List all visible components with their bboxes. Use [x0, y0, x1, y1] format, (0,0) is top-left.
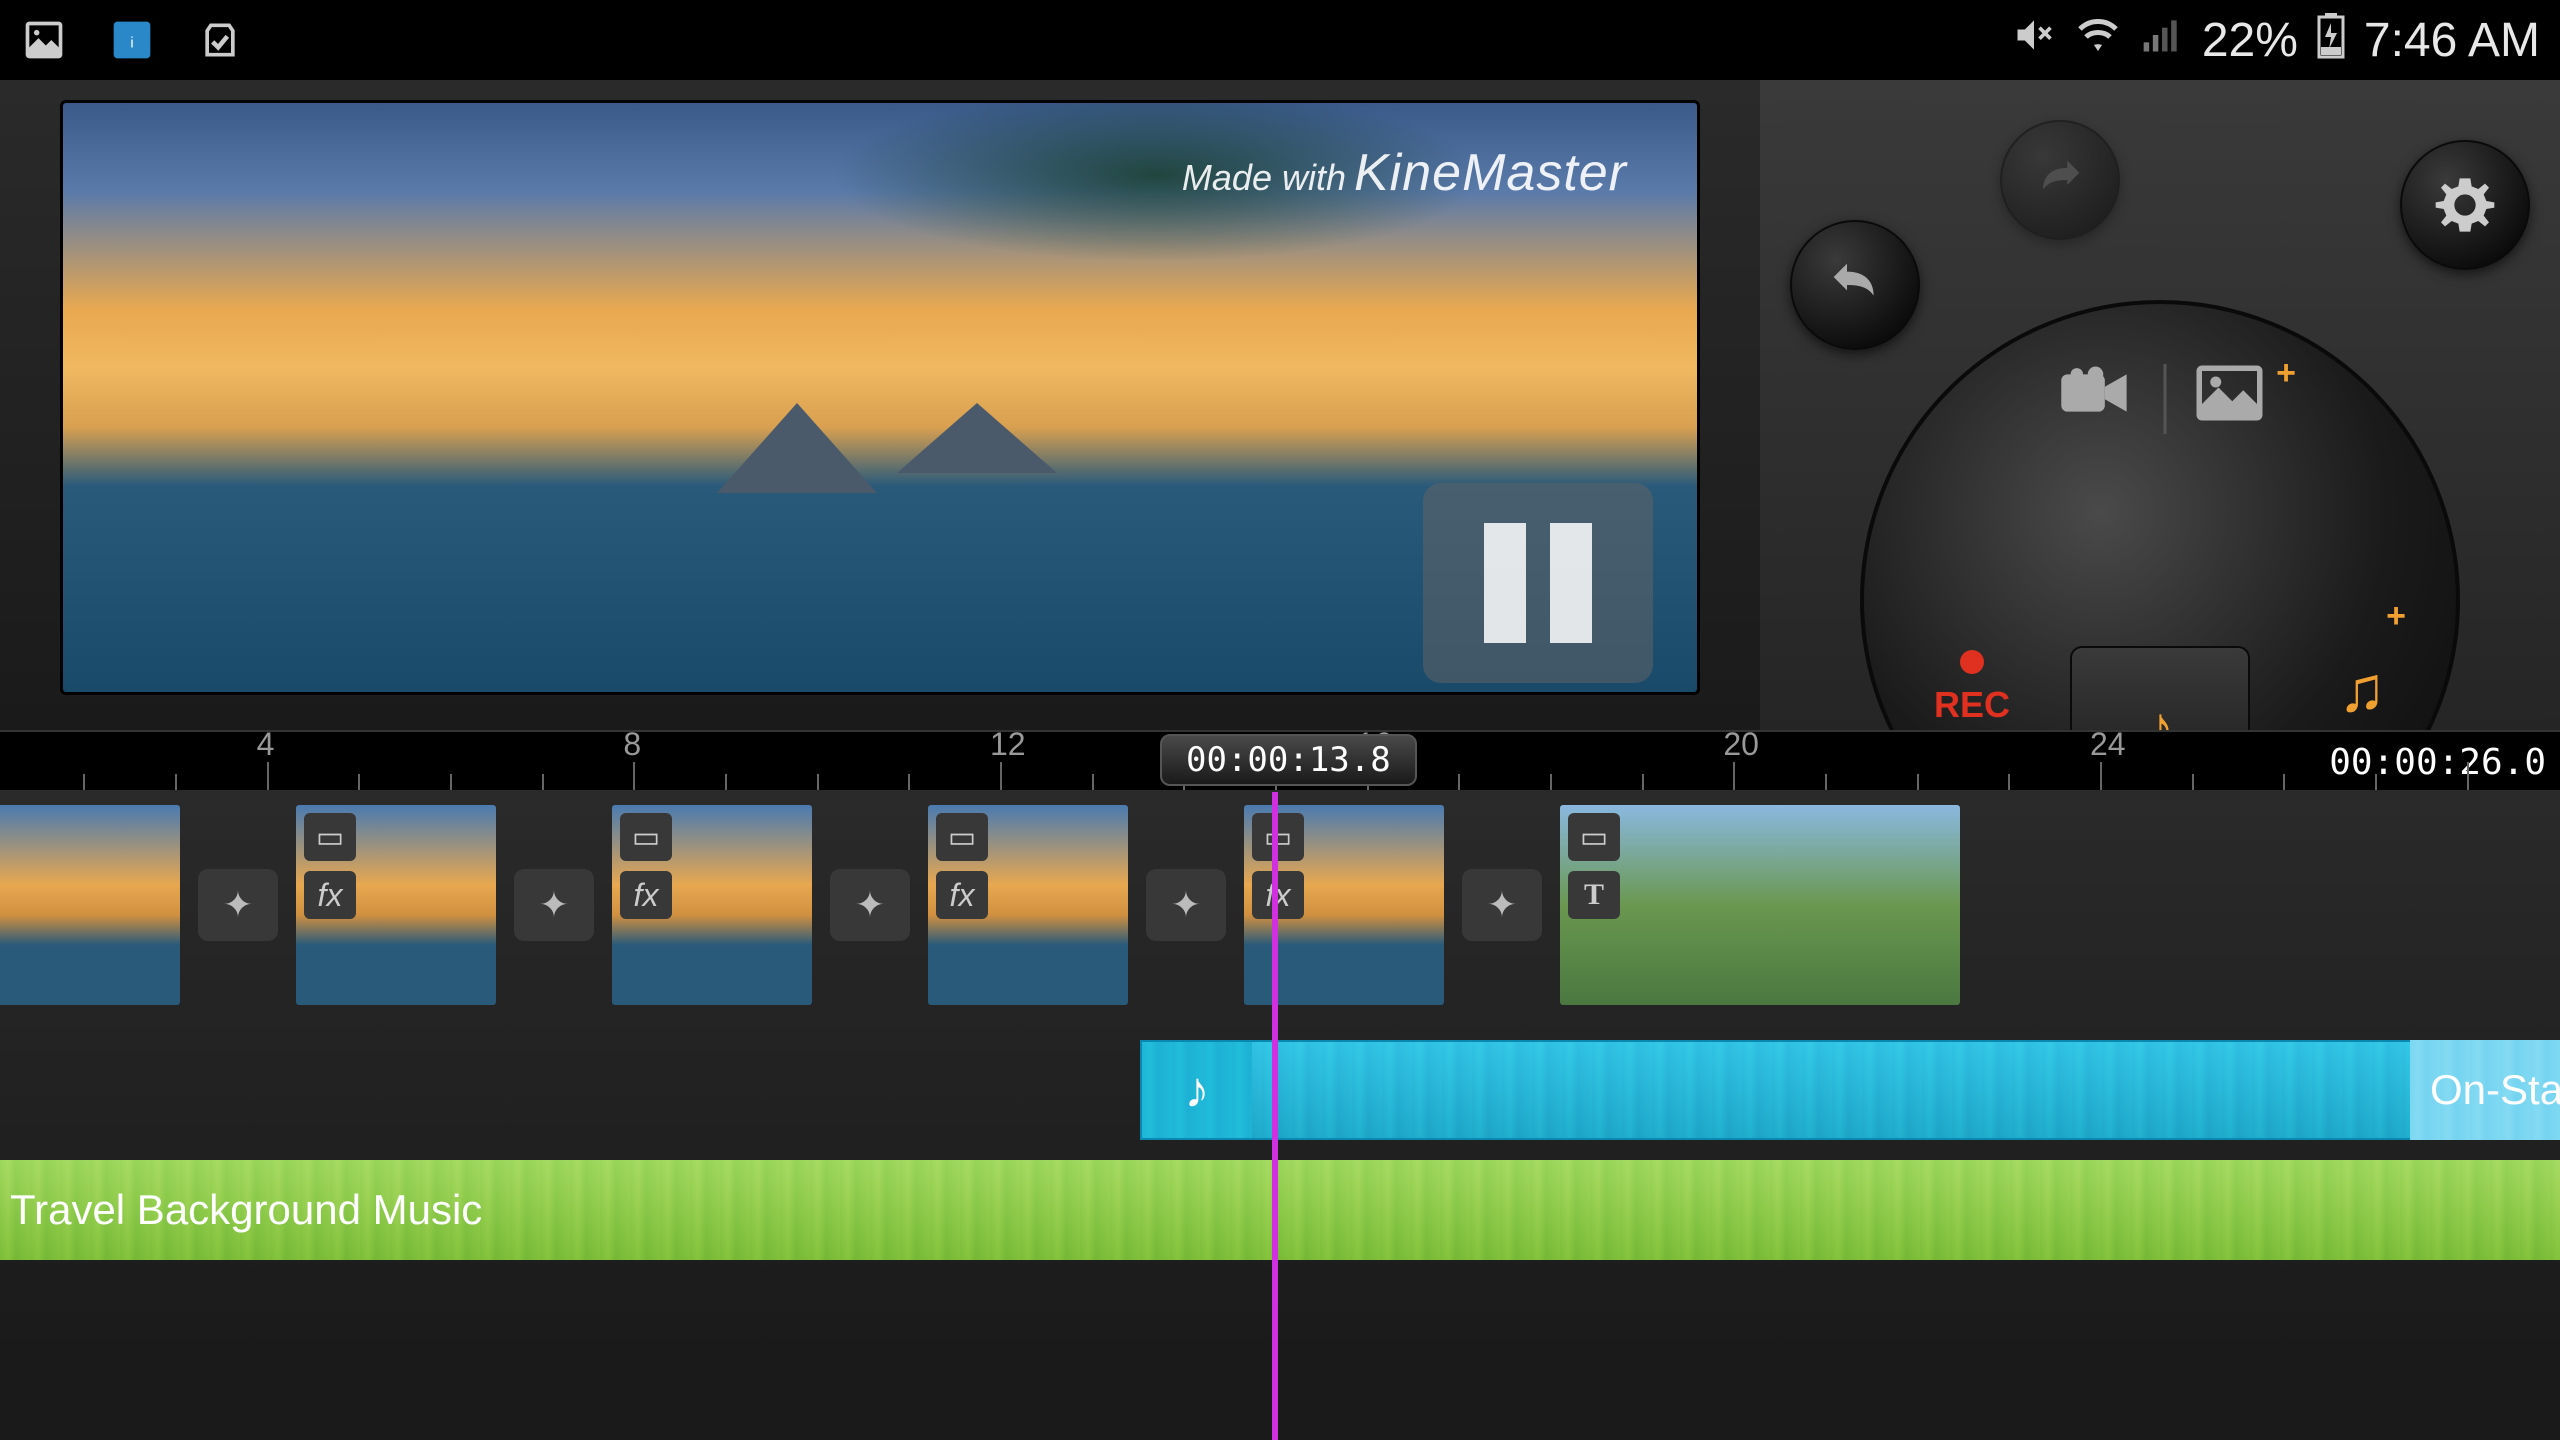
fx-badge: fx	[936, 871, 988, 919]
pause-button[interactable]	[1423, 483, 1653, 683]
transition-button[interactable]: ✦	[198, 869, 278, 941]
video-preview[interactable]: Made with KineMaster	[60, 100, 1700, 695]
timeline-ruler[interactable]: 00:00:13.8 00:00:26.0 4812162024	[0, 730, 2560, 790]
status-bar: i 22% 7:46 AM	[0, 0, 2560, 80]
transition-icon: ✦	[223, 884, 253, 926]
gallery-notification-icon	[20, 16, 68, 64]
wifi-icon	[2074, 11, 2122, 69]
video-clip[interactable]: ▭ fx	[612, 805, 812, 1005]
control-panel: + REC ♫ + ♪	[1760, 80, 2560, 730]
image-badge-icon: ▭	[1252, 813, 1304, 861]
mute-icon	[2012, 13, 2056, 67]
app-notification-icon: i	[108, 16, 156, 64]
current-timecode: 00:00:13.8	[1160, 734, 1417, 786]
transition-button[interactable]: ✦	[1146, 869, 1226, 941]
undo-button[interactable]	[1790, 220, 1920, 350]
status-left-icons: i	[20, 16, 244, 64]
watermark-prefix: Made with	[1182, 157, 1346, 199]
audio-clip-label: Travel Background Music	[10, 1186, 482, 1234]
video-clip[interactable]: ▭ T	[1560, 805, 1960, 1005]
preview-wrap: Made with KineMaster	[0, 80, 1760, 730]
waveform	[1142, 1042, 2558, 1138]
audio-clip-segment[interactable]: On-Stage, Serene, Travel	[2410, 1040, 2560, 1140]
audio-clip-label: On-Stage, Serene, Travel	[2430, 1066, 2560, 1114]
image-badge-icon: ▭	[620, 813, 672, 861]
plus-icon: +	[2386, 597, 2406, 636]
plus-icon: +	[2276, 354, 2296, 393]
audio-clip[interactable]: ♪	[1140, 1040, 2560, 1140]
transition-button[interactable]: ✦	[1462, 869, 1542, 941]
timeline[interactable]: ✦ ▭ fx ✦ ▭ fx ✦ ▭ fx ✦ ▭ fx ✦ ▭ T ♪	[0, 790, 2560, 1360]
music-button[interactable]: ♫	[2338, 652, 2386, 726]
music-note-icon: ♫	[2338, 652, 2386, 726]
pause-icon	[1550, 523, 1592, 643]
transition-icon: ✦	[539, 884, 569, 926]
transition-button[interactable]: ✦	[514, 869, 594, 941]
record-button[interactable]: REC	[1934, 650, 2010, 726]
transition-icon: ✦	[1487, 884, 1517, 926]
image-badge-icon: ▭	[1568, 813, 1620, 861]
task-notification-icon	[196, 16, 244, 64]
transition-button[interactable]: ✦	[830, 869, 910, 941]
video-clip[interactable]: ▭ fx	[928, 805, 1128, 1005]
image-icon	[2197, 365, 2263, 434]
battery-percent: 22%	[2202, 13, 2298, 68]
record-dot-icon	[1960, 650, 1984, 674]
audio-track-1[interactable]: ♪ On-Stage, Serene, Travel	[0, 1040, 2560, 1140]
audio-clip[interactable]: Travel Background Music	[0, 1160, 2560, 1260]
fx-badge: fx	[304, 871, 356, 919]
watermark: Made with KineMaster	[1182, 143, 1627, 203]
video-track[interactable]: ✦ ▭ fx ✦ ▭ fx ✦ ▭ fx ✦ ▭ fx ✦ ▭ T	[0, 790, 2560, 1020]
playhead[interactable]	[1272, 792, 1278, 1440]
camera-icon	[2058, 365, 2134, 434]
settings-button[interactable]	[2400, 140, 2530, 270]
fx-badge: fx	[620, 871, 672, 919]
transition-icon: ✦	[855, 884, 885, 926]
text-badge: T	[1568, 871, 1620, 919]
redo-button[interactable]	[2000, 120, 2120, 240]
image-badge-icon: ▭	[936, 813, 988, 861]
status-right: 22% 7:46 AM	[2012, 11, 2540, 69]
battery-icon	[2316, 11, 2346, 69]
signal-icon	[2140, 13, 2184, 67]
record-label: REC	[1934, 684, 2010, 725]
fx-badge: fx	[1252, 871, 1304, 919]
svg-text:i: i	[130, 35, 133, 51]
image-badge-icon: ▭	[304, 813, 356, 861]
transition-icon: ✦	[1171, 884, 1201, 926]
watermark-brand: KineMaster	[1354, 143, 1627, 203]
total-timecode: 00:00:26.0	[2329, 742, 2546, 783]
wheel-divider	[2164, 364, 2167, 434]
wheel-top-segment[interactable]	[2058, 364, 2263, 434]
video-clip[interactable]	[0, 805, 180, 1005]
clock-time: 7:46 AM	[2364, 13, 2540, 68]
video-clip[interactable]: ▭ fx	[296, 805, 496, 1005]
main-area: Made with KineMaster	[0, 80, 2560, 730]
pause-icon	[1484, 523, 1526, 643]
